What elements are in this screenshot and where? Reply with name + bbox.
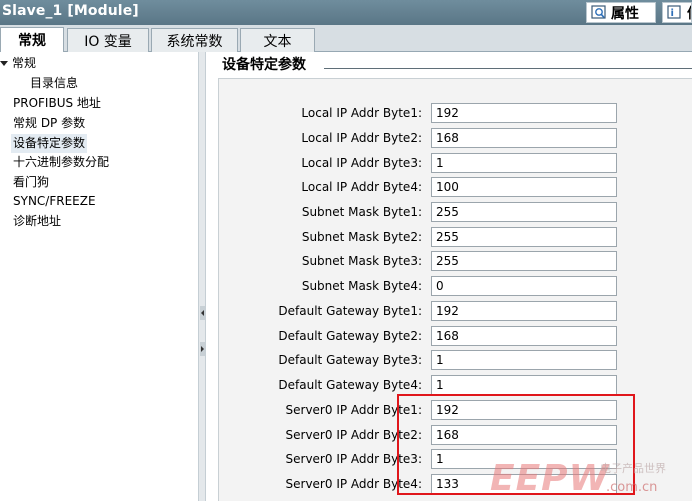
nav-item-device-specific-params[interactable]: 设备特定参数 <box>11 134 88 153</box>
param-row: Subnet Mask Byte3: <box>219 251 692 273</box>
param-label: Server0 IP Addr Byte4: <box>285 477 422 491</box>
watermark-logo: EEPW <box>490 458 610 499</box>
nav-item-catalog-info[interactable]: 目录信息 <box>30 74 78 93</box>
param-value-input[interactable] <box>431 177 617 197</box>
watermark-url: .com.cn <box>606 480 658 495</box>
nav-item-watchdog[interactable]: 看门狗 <box>13 173 49 192</box>
param-label: Default Gateway Byte3: <box>278 353 422 367</box>
section-title: 设备特定参数 <box>222 54 312 74</box>
nav-item-profibus-address[interactable]: PROFIBUS 地址 <box>13 94 101 113</box>
properties-icon <box>591 5 607 20</box>
param-value-input[interactable] <box>431 301 617 321</box>
info-button[interactable]: i 信 <box>662 2 692 23</box>
param-value-input[interactable] <box>431 227 617 247</box>
param-row: Local IP Addr Byte3: <box>219 153 692 175</box>
svg-text:i: i <box>671 8 674 19</box>
param-row: Local IP Addr Byte2: <box>219 128 692 150</box>
param-value-input[interactable] <box>431 103 617 123</box>
param-row: Subnet Mask Byte2: <box>219 227 692 249</box>
tab-texts[interactable]: 文本 <box>240 28 315 52</box>
param-value-input[interactable] <box>431 326 617 346</box>
collapse-left-icon[interactable] <box>200 306 205 320</box>
watermark: EEPW 电子产品世界 .com.cn <box>488 454 692 501</box>
param-row: Default Gateway Byte3: <box>219 350 692 372</box>
tab-general[interactable]: 常规 <box>0 27 64 52</box>
info-icon: i <box>667 5 683 20</box>
param-label: Subnet Mask Byte3: <box>301 254 422 268</box>
param-label: Local IP Addr Byte3: <box>301 156 422 170</box>
param-label: Local IP Addr Byte4: <box>301 180 422 194</box>
param-value-input[interactable] <box>431 375 617 395</box>
param-label: Subnet Mask Byte4: <box>301 279 422 293</box>
param-label: Local IP Addr Byte1: <box>301 106 422 120</box>
expand-right-icon[interactable] <box>200 342 205 356</box>
nav-item-sync-freeze[interactable]: SYNC/FREEZE <box>13 192 96 211</box>
window-title: Slave_1 [Module] <box>2 3 139 19</box>
param-row: Subnet Mask Byte1: <box>219 202 692 224</box>
param-value-input[interactable] <box>431 153 617 173</box>
tab-io-tags[interactable]: IO 变量 <box>67 28 149 52</box>
nav-tree: 常规 目录信息 PROFIBUS 地址 常规 DP 参数 设备特定参数 十六进制… <box>0 52 198 501</box>
param-label: Default Gateway Byte1: <box>278 304 422 318</box>
param-row: Local IP Addr Byte4: <box>219 177 692 199</box>
tab-system-constants[interactable]: 系统常数 <box>151 28 238 52</box>
watermark-tagline: 电子产品世界 <box>600 462 666 475</box>
param-row: Subnet Mask Byte4: <box>219 276 692 298</box>
param-value-input[interactable] <box>431 202 617 222</box>
nav-item-label: 常规 <box>12 56 37 70</box>
nav-item-hex-param-assignment[interactable]: 十六进制参数分配 <box>13 153 109 172</box>
param-label: Local IP Addr Byte2: <box>301 131 422 145</box>
param-row: Default Gateway Byte2: <box>219 326 692 348</box>
param-row: Default Gateway Byte1: <box>219 301 692 323</box>
properties-label: 属性 <box>611 5 639 22</box>
param-label: Server0 IP Addr Byte2: <box>285 428 422 442</box>
param-label: Subnet Mask Byte1: <box>301 205 422 219</box>
properties-button[interactable]: 属性 <box>586 2 656 23</box>
param-label: Default Gateway Byte4: <box>278 378 422 392</box>
param-label: Subnet Mask Byte2: <box>301 230 422 244</box>
param-row: Local IP Addr Byte1: <box>219 103 692 125</box>
tab-strip: 常规 IO 变量 系统常数 文本 <box>0 25 692 52</box>
param-value-input[interactable] <box>431 128 617 148</box>
window-titlebar: Slave_1 [Module] 属性 i 信 <box>0 0 692 25</box>
info-label: 信 <box>687 3 691 22</box>
param-label: Default Gateway Byte2: <box>278 329 422 343</box>
param-label: Server0 IP Addr Byte3: <box>285 452 422 466</box>
nav-item-diagnostic-address[interactable]: 诊断地址 <box>13 212 61 231</box>
param-value-input[interactable] <box>431 251 617 271</box>
param-value-input[interactable] <box>431 276 617 296</box>
param-value-input[interactable] <box>431 350 617 370</box>
param-label: Server0 IP Addr Byte1: <box>285 403 422 417</box>
nav-item-general[interactable]: 常规 <box>0 54 36 73</box>
expand-arrow-icon[interactable] <box>0 61 8 66</box>
section-divider <box>324 68 692 69</box>
panel-splitter[interactable] <box>198 52 206 501</box>
nav-item-general-dp-params[interactable]: 常规 DP 参数 <box>13 114 85 133</box>
